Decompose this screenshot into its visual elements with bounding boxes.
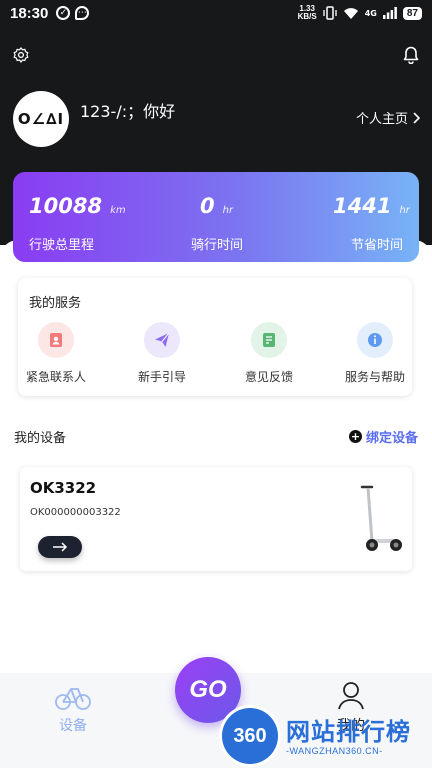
chat-bubble-icon: ⋯ [75,6,90,20]
device-open-button[interactable] [38,536,82,558]
paper-plane-icon [144,322,180,358]
status-time: 18:30 [10,4,49,22]
device-serial: OK000000003322 [30,507,121,518]
plus-circle-icon: + [348,430,362,443]
stat-distance-unit: km [110,205,126,216]
network-type: 4G [364,8,377,18]
service-label: 紧急联系人 [25,370,86,384]
chevron-right-icon [413,111,420,124]
service-label: 新手引导 [137,370,186,384]
avatar[interactable]: O∠∆I [13,91,69,147]
watermark: 360 网站排行榜 -WANGZHAN360.CN- [222,706,432,768]
service-label: 服务与帮助 [344,370,405,384]
info-icon [357,322,393,358]
service-help[interactable]: 服务与帮助 [335,322,415,385]
services-card: 我的服务 紧急联系人 新手引导 意见反馈 服务与帮助 [18,278,412,396]
bind-device-label: 绑定设备 [365,431,418,446]
contact-card-icon [38,322,74,358]
check-circle-icon: ✓ [56,6,71,20]
stat-saved-time: 1441 hr [333,194,410,218]
wifi-icon [343,7,358,19]
stat-saved-time-label: 节省时间 [351,238,404,253]
feedback-note-icon [251,322,287,358]
device-name: OK3322 [30,479,97,497]
nav-devices[interactable]: 设备 [55,681,91,735]
device-card[interactable]: OK3322 OK000000003322 [20,467,412,571]
watermark-logo: 360 [222,708,278,764]
watermark-url: -WANGZHAN360.CN- [286,746,383,756]
stats-card: 10088 km 行驶总里程 0 hr 骑行时间 1441 hr 节省时间 [13,172,419,262]
service-emergency-contact[interactable]: 紧急联系人 [16,322,96,385]
stat-distance-label: 行驶总里程 [29,238,95,253]
service-feedback[interactable]: 意见反馈 [229,322,309,385]
username: 123-/:；你好 [80,102,176,121]
stat-ride-time-unit: hr [222,205,234,216]
arrow-right-icon [53,542,68,552]
stat-ride-time: 0 hr [200,194,233,218]
net-speed: 1.33 KB/S [297,4,317,21]
bell-icon[interactable] [400,44,422,66]
stat-ride-time-value: 0 [200,194,215,218]
stat-distance-value: 10088 [29,194,103,218]
watermark-title: 网站排行榜 [286,718,411,746]
stat-saved-time-unit: hr [399,205,410,216]
stat-saved-time-value: 1441 [333,194,392,218]
bind-device-button[interactable]: + 绑定设备 [348,427,418,446]
stat-distance: 10088 km [29,194,126,218]
vibrate-icon [323,6,337,20]
scooter-image [360,485,402,551]
bike-icon [55,688,91,710]
nav-devices-label: 设备 [59,718,87,734]
profile-link-label: 个人主页 [355,112,408,127]
avatar-logo: O∠∆I [17,110,65,128]
stat-ride-time-label: 骑行时间 [191,238,244,253]
status-bar: 18:30 ✓ ⋯ 1.33 KB/S 4G 87 [0,0,432,26]
service-beginner-guide[interactable]: 新手引导 [122,322,202,385]
devices-title: 我的设备 [14,431,67,446]
profile-link[interactable]: 个人主页 [356,108,420,127]
services-title: 我的服务 [29,296,82,311]
service-label: 意见反馈 [244,370,293,384]
signal-icon [382,7,397,19]
gear-icon[interactable] [10,44,32,66]
battery-indicator: 87 [402,6,422,20]
